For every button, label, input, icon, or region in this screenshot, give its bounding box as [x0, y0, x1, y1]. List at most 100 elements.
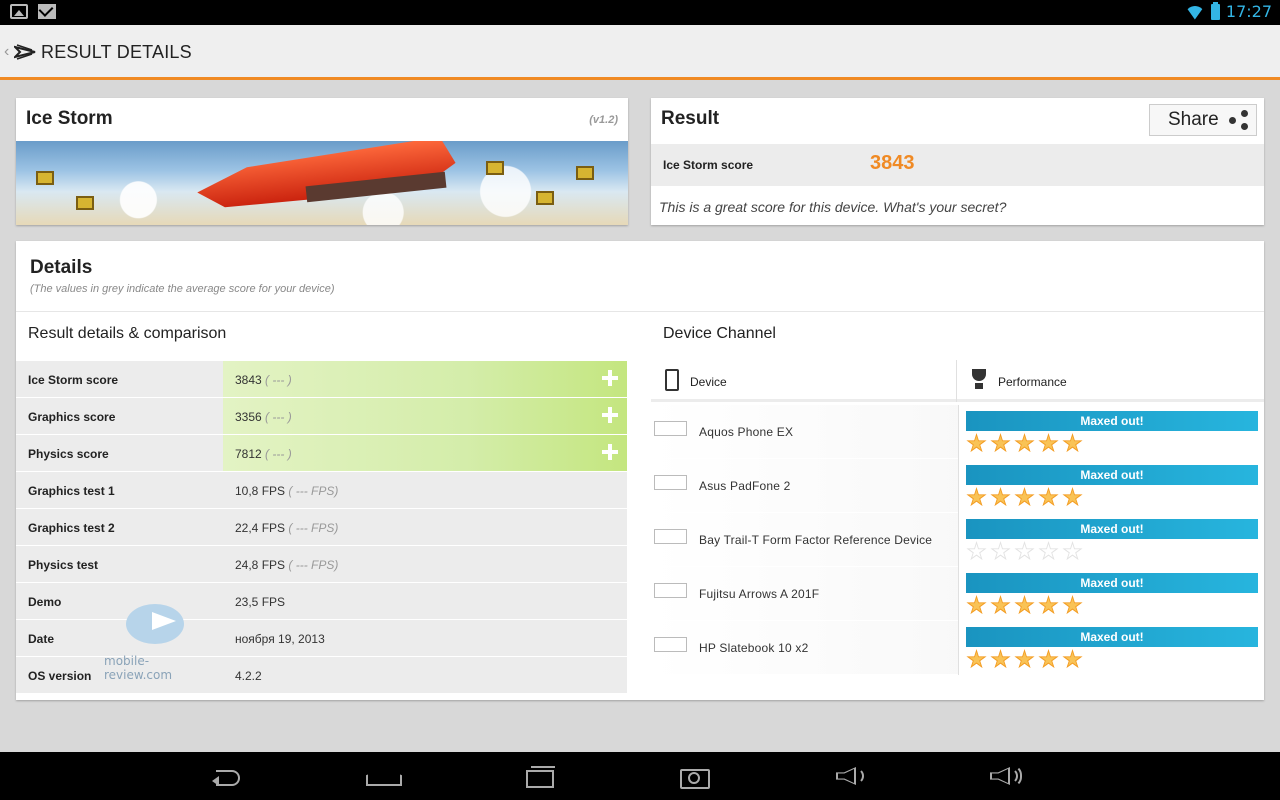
- expand-plus-icon[interactable]: [601, 406, 619, 424]
- device-row[interactable]: Fujitsu Arrows A 201F Maxed out!: [651, 567, 1264, 621]
- device-row[interactable]: Bay Trail-T Form Factor Reference Device…: [651, 513, 1264, 567]
- result-message: This is a great score for this device. W…: [659, 199, 1007, 215]
- back-icon[interactable]: [210, 764, 246, 788]
- star-filled-icon: [1038, 649, 1059, 670]
- recent-apps-icon[interactable]: [522, 764, 558, 788]
- value-text: 4.2.2: [235, 669, 262, 683]
- score-label: Ice Storm score: [663, 158, 754, 172]
- star-empty-icon: [1014, 541, 1035, 562]
- result-detail-value: 7812 ( --- ): [235, 447, 292, 461]
- 3dmark-logo-icon[interactable]: [14, 41, 36, 63]
- debris-graphic: [36, 171, 54, 185]
- share-button[interactable]: Share: [1149, 104, 1257, 136]
- star-rating: [966, 649, 1083, 670]
- device-column-label: Device: [690, 375, 727, 389]
- device-performance: Maxed out!: [958, 405, 1264, 459]
- value-text: 3356: [235, 410, 262, 424]
- debris-graphic: [576, 166, 594, 180]
- average-text: ( --- ): [265, 410, 292, 424]
- maxed-out-bar: Maxed out!: [966, 573, 1258, 593]
- gmail-notification-icon: [38, 4, 56, 19]
- test-name: Ice Storm: [26, 108, 113, 129]
- device-channel-title: Device Channel: [663, 325, 776, 342]
- device-thumbnail: [654, 421, 687, 436]
- trophy-icon: [970, 369, 988, 391]
- clock: 17:27: [1225, 2, 1272, 21]
- maxed-out-bar: Maxed out!: [966, 465, 1258, 485]
- star-filled-icon: [990, 595, 1011, 616]
- device-row[interactable]: HP Slatebook 10 x2 Maxed out!: [651, 621, 1264, 675]
- result-card: Result Share Ice Storm score 3843 This i…: [651, 98, 1264, 225]
- expand-plus-icon[interactable]: [601, 369, 619, 387]
- phone-icon: [665, 369, 679, 391]
- performance-column-header[interactable]: Performance: [958, 360, 1264, 402]
- performance-column-label: Performance: [998, 375, 1067, 389]
- comparison-title: Result details & comparison: [28, 325, 227, 342]
- device-column-header[interactable]: Device: [651, 360, 957, 402]
- star-filled-icon: [1014, 649, 1035, 670]
- result-detail-label: Ice Storm score: [28, 373, 119, 387]
- test-card: Ice Storm (v1.2): [16, 98, 628, 225]
- star-filled-icon: [1062, 649, 1083, 670]
- device-performance: Maxed out!: [958, 567, 1264, 621]
- volume-up-icon[interactable]: [986, 764, 1022, 788]
- star-filled-icon: [1014, 433, 1035, 454]
- up-caret-icon[interactable]: ‹: [4, 43, 9, 61]
- maxed-out-bar: Maxed out!: [966, 519, 1258, 539]
- share-icon: [1228, 110, 1249, 130]
- result-detail-row: Graphics test 2 22,4 FPS ( --- FPS): [16, 508, 627, 545]
- star-filled-icon: [1062, 487, 1083, 508]
- device-name: HP Slatebook 10 x2: [699, 641, 809, 655]
- average-text: ( --- FPS): [288, 558, 339, 572]
- star-rating: [966, 595, 1083, 616]
- result-detail-row[interactable]: Physics score 7812 ( --- ): [16, 434, 627, 471]
- test-version: (v1.2): [589, 114, 618, 126]
- device-thumbnail: [654, 637, 687, 652]
- star-filled-icon: [1062, 433, 1083, 454]
- device-row[interactable]: Asus PadFone 2 Maxed out!: [651, 459, 1264, 513]
- details-title: Details: [30, 257, 93, 278]
- result-detail-value: 4.2.2: [235, 669, 262, 683]
- home-icon[interactable]: [364, 764, 400, 788]
- expand-plus-icon[interactable]: [601, 443, 619, 461]
- result-detail-label: Demo: [28, 595, 62, 609]
- action-bar: ‹ RESULT DETAILS: [0, 25, 1280, 80]
- notification-icons: [10, 4, 56, 19]
- details-card: Details (The values in grey indicate the…: [16, 241, 1264, 700]
- device-thumbnail: [654, 583, 687, 598]
- device-name: Bay Trail-T Form Factor Reference Device: [699, 533, 933, 547]
- battery-icon: [1210, 1, 1220, 20]
- screenshot-icon[interactable]: [676, 764, 712, 789]
- device-performance: Maxed out!: [958, 513, 1264, 567]
- result-detail-value: 24,8 FPS ( --- FPS): [235, 558, 338, 572]
- result-detail-row: Physics test 24,8 FPS ( --- FPS): [16, 545, 627, 582]
- debris-graphic: [76, 196, 94, 210]
- result-detail-value: 23,5 FPS: [235, 595, 285, 609]
- result-detail-label: OS version: [28, 669, 92, 683]
- result-detail-row[interactable]: Graphics score 3356 ( --- ): [16, 397, 627, 434]
- star-filled-icon: [990, 433, 1011, 454]
- device-row[interactable]: Aquos Phone EX Maxed out!: [651, 405, 1264, 459]
- device-thumbnail: [654, 529, 687, 544]
- result-detail-row[interactable]: Ice Storm score 3843 ( --- ): [16, 360, 627, 397]
- score-value: 3843: [870, 152, 915, 174]
- average-text: ( --- ): [265, 373, 292, 387]
- star-filled-icon: [1014, 595, 1035, 616]
- volume-down-icon[interactable]: [832, 764, 868, 788]
- result-detail-label: Date: [28, 632, 55, 646]
- star-empty-icon: [990, 541, 1011, 562]
- star-filled-icon: [1062, 595, 1083, 616]
- star-empty-icon: [1062, 541, 1083, 562]
- result-detail-label: Graphics test 1: [28, 484, 115, 498]
- device-name: Fujitsu Arrows A 201F: [699, 587, 820, 601]
- value-text: 7812: [235, 447, 262, 461]
- star-rating: [966, 487, 1083, 508]
- star-filled-icon: [966, 649, 987, 670]
- maxed-out-bar: Maxed out!: [966, 627, 1258, 647]
- debris-graphic: [486, 161, 504, 175]
- star-rating: [966, 541, 1083, 562]
- result-title: Result: [661, 108, 720, 129]
- score-row: Ice Storm score 3843: [651, 144, 1264, 186]
- system-icons: 17:27: [1185, 1, 1272, 21]
- star-filled-icon: [990, 649, 1011, 670]
